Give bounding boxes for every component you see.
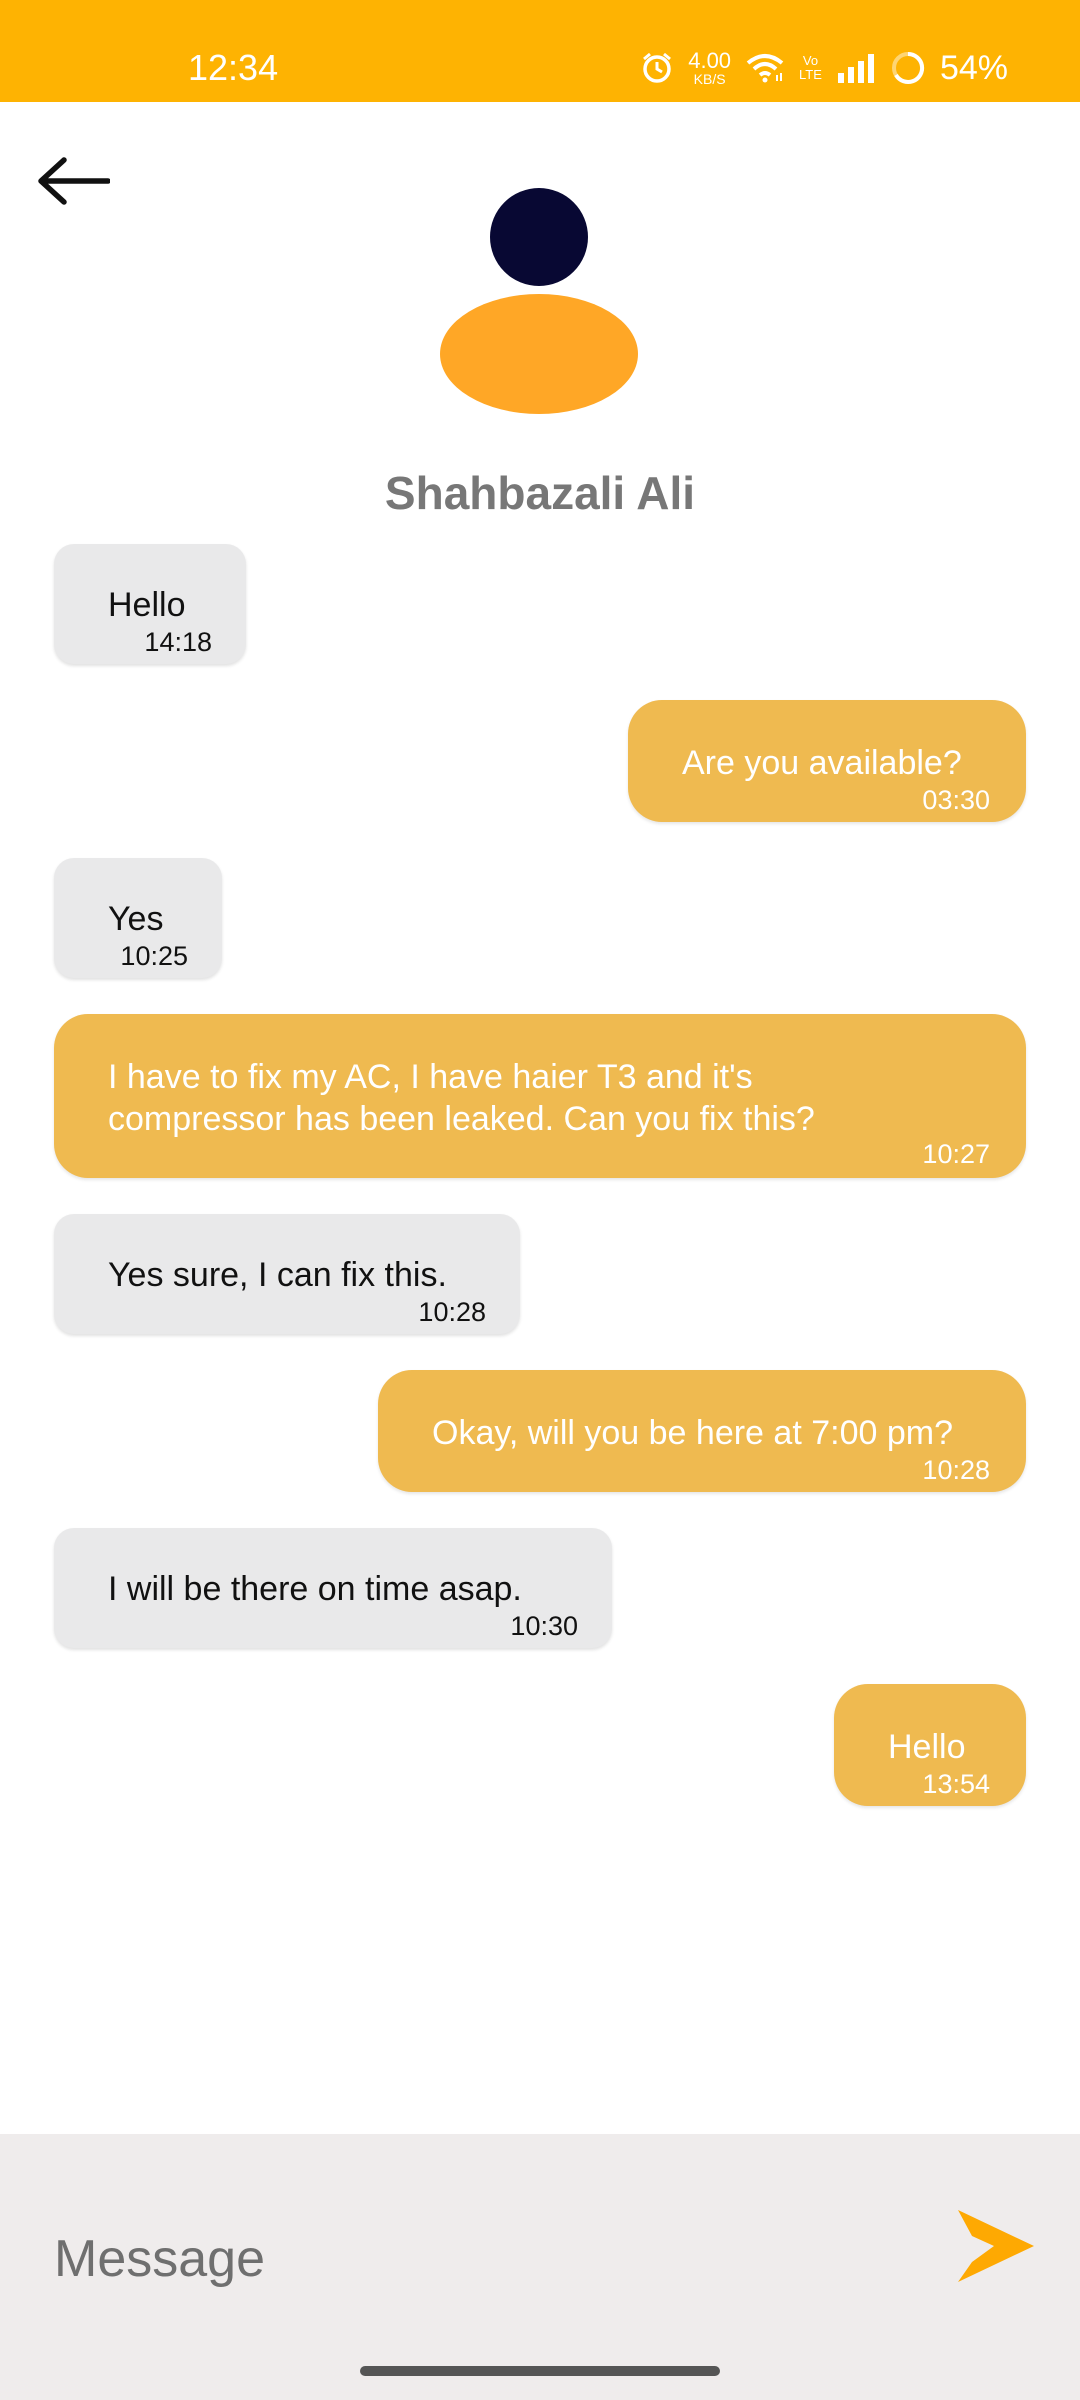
- message-bubble-outgoing[interactable]: Hello 13:54: [834, 1684, 1026, 1806]
- message-bubble-outgoing[interactable]: Okay, will you be here at 7:00 pm? 10:28: [378, 1370, 1026, 1492]
- message-time: 13:54: [922, 1769, 990, 1799]
- wifi-icon: [745, 53, 785, 83]
- message-time: 10:25: [120, 941, 188, 971]
- message-input[interactable]: [54, 2214, 914, 2304]
- message-text: compressor has been leaked. Can you fix …: [108, 1100, 815, 1138]
- message-text: I have to fix my AC, I have haier T3 and…: [108, 1058, 753, 1096]
- contact-name: Shahbazali Ali: [384, 467, 696, 519]
- message-time: 10:28: [922, 1455, 990, 1485]
- status-bar: 12:34 4.00 KB/S Vo LTE 54%: [0, 0, 1080, 102]
- message-text: Yes: [108, 900, 164, 938]
- send-button[interactable]: [954, 2204, 1038, 2288]
- home-indicator[interactable]: [360, 2366, 720, 2376]
- status-icons: 4.00 KB/S Vo LTE 54%: [640, 46, 1008, 90]
- message-bubble-outgoing[interactable]: I have to fix my AC, I have haier T3 and…: [54, 1014, 1026, 1178]
- battery-ring-icon: [890, 50, 926, 86]
- message-text: Yes sure, I can fix this.: [108, 1256, 447, 1294]
- message-time: 10:30: [510, 1611, 578, 1641]
- net-speed-unit: KB/S: [693, 71, 726, 87]
- net-speed-value: 4.00: [688, 48, 732, 73]
- message-input-bar: [0, 2134, 1080, 2400]
- status-time: 12:34: [188, 47, 279, 88]
- message-text: Okay, will you be here at 7:00 pm?: [432, 1414, 953, 1452]
- message-time: 10:28: [418, 1297, 486, 1327]
- volte-icon: Vo LTE: [799, 53, 822, 82]
- alarm-icon: [640, 51, 674, 85]
- battery-percent: 54%: [939, 49, 1008, 87]
- message-bubble-outgoing[interactable]: Are you available? 03:30: [628, 700, 1026, 822]
- signal-icon: [836, 53, 876, 83]
- message-bubble-incoming[interactable]: I will be there on time asap. 10:30: [54, 1528, 612, 1648]
- message-text: I will be there on time asap.: [108, 1570, 522, 1608]
- arrow-left-icon: [36, 156, 111, 210]
- message-time: 14:18: [144, 627, 212, 657]
- net-speed: 4.00 KB/S: [688, 48, 732, 87]
- back-button[interactable]: [28, 148, 118, 218]
- message-time: 10:27: [922, 1139, 990, 1169]
- avatar: [436, 186, 642, 416]
- message-bubble-incoming[interactable]: Yes 10:25: [54, 858, 222, 978]
- message-time: 03:30: [922, 785, 990, 815]
- message-text: Hello: [108, 586, 186, 624]
- message-text: Hello: [888, 1728, 966, 1766]
- message-text: Are you available?: [682, 744, 962, 782]
- message-bubble-incoming[interactable]: Hello 14:18: [54, 544, 246, 664]
- send-icon: [954, 2210, 1038, 2292]
- message-bubble-incoming[interactable]: Yes sure, I can fix this. 10:28: [54, 1214, 520, 1334]
